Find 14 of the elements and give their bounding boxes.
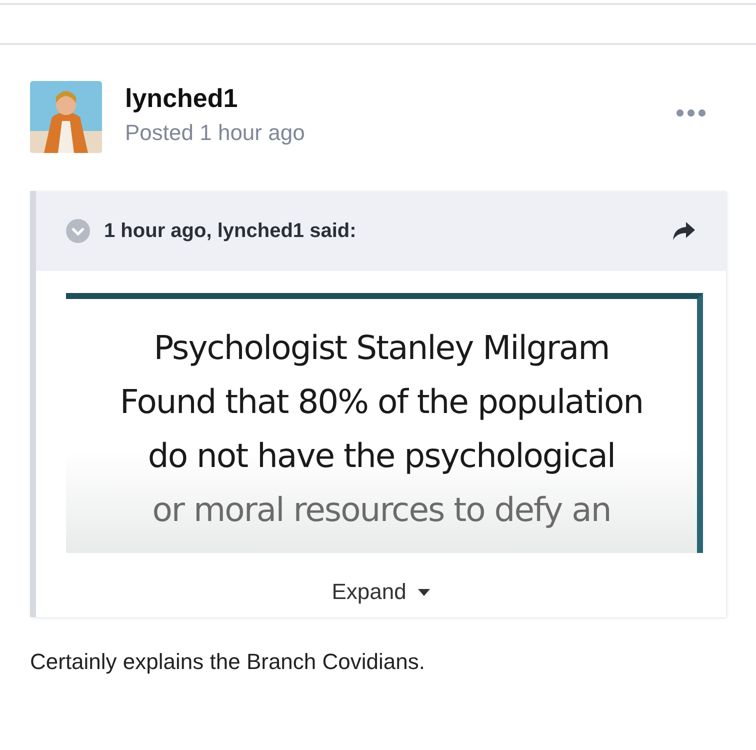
collapse-icon[interactable] (66, 219, 90, 243)
share-icon[interactable] (672, 221, 696, 241)
image-text: Psychologist Stanley Milgram (154, 327, 610, 369)
expand-button[interactable]: Expand (324, 575, 438, 609)
more-icon[interactable] (676, 109, 706, 117)
image-text: Found that 80% of the population (120, 381, 644, 423)
image-text: do not have the psychological (148, 435, 616, 477)
quote-citation: 1 hour ago, lynched1 said: (104, 220, 356, 242)
post-text: Certainly explains the Branch Covidians. (30, 649, 426, 675)
author-name[interactable]: lynched1 (125, 83, 305, 114)
image-text: or moral resources to defy an (152, 489, 611, 531)
avatar[interactable] (30, 81, 102, 153)
caret-icon (418, 588, 430, 596)
post-time: Posted 1 hour ago (125, 120, 305, 146)
